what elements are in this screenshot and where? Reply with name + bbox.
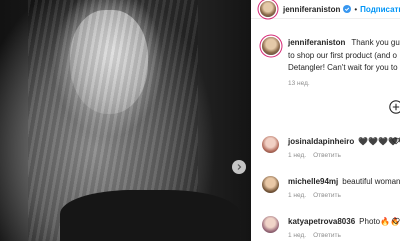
comment-meta: 1 нед. Ответить (288, 152, 341, 159)
caption-text-1: Thank you guys (351, 38, 400, 47)
verified-badge-icon (343, 5, 352, 13)
heart-icon[interactable] (392, 137, 400, 145)
comment-item: katyapetrova8036 Photo🔥🔥 1 нед. Ответить (251, 213, 400, 241)
photo-shirt (60, 190, 240, 241)
next-photo-button[interactable] (232, 160, 246, 174)
comment-username[interactable]: michelle94mj (288, 177, 338, 186)
comment-text: michelle94mj beautiful woman (288, 177, 400, 186)
reply-button[interactable]: Ответить (313, 152, 341, 159)
comment-avatar[interactable] (262, 136, 279, 153)
comment-username[interactable]: josinaldapinheiro (288, 137, 354, 146)
post-photo[interactable] (0, 0, 251, 241)
post-author-username[interactable]: jenniferaniston (283, 5, 340, 14)
comment-avatar[interactable] (262, 176, 279, 193)
caption-username[interactable]: jenniferaniston (288, 38, 345, 47)
caption-timestamp: 13 нед. (288, 80, 310, 87)
load-more-comments-icon[interactable] (389, 100, 400, 114)
comment-item: josinaldapinheiro🖤🖤🖤🖤🖤 1 нед. Ответить (251, 133, 400, 169)
heart-icon[interactable] (392, 217, 400, 225)
caption-line-3: Detangler! Can't wait for you to (288, 63, 398, 72)
reply-button[interactable]: Ответить (313, 232, 341, 239)
follow-button[interactable]: Подписаться (360, 5, 400, 14)
avatar[interactable] (260, 1, 276, 17)
caption-line-2: to shop our first product (and o (288, 51, 397, 60)
comment-time: 1 нед. (288, 232, 307, 239)
comment-username[interactable]: katyapetrova8036 (288, 217, 355, 226)
post-sidebar: jenniferaniston • Подписаться jenniferan… (251, 0, 400, 241)
comment-time: 1 нед. (288, 192, 307, 199)
caption-avatar[interactable] (262, 37, 280, 55)
caption-line-1: jenniferaniston Thank you guys (288, 38, 400, 47)
header-separator: • (354, 4, 358, 14)
comment-text: josinaldapinheiro🖤🖤🖤🖤🖤 (288, 137, 400, 146)
comment-text: katyapetrova8036 Photo🔥🔥 (288, 217, 400, 226)
comment-meta: 1 нед. Ответить (288, 192, 341, 199)
post-header: jenniferaniston • Подписаться (251, 0, 400, 19)
comment-time: 1 нед. (288, 152, 307, 159)
comment-body: beautiful woman (342, 177, 400, 186)
comment-item: michelle94mj beautiful woman 1 нед. Ответи… (251, 173, 400, 209)
comment-meta: 1 нед. Ответить (288, 232, 341, 239)
comment-avatar[interactable] (262, 216, 279, 233)
chevron-right-icon (237, 164, 242, 170)
reply-button[interactable]: Ответить (313, 192, 341, 199)
